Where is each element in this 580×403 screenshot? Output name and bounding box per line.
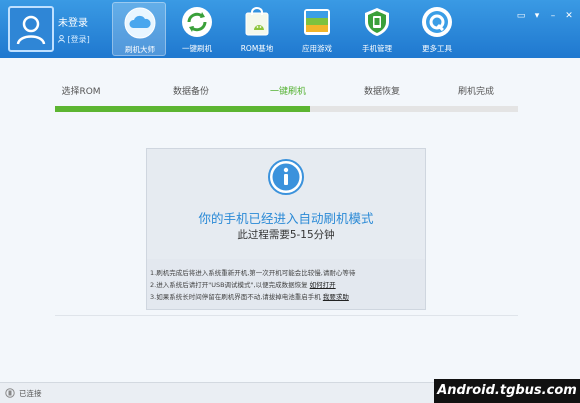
user-name: 未登录 bbox=[58, 18, 88, 29]
step-data-backup: 数据备份 bbox=[172, 87, 210, 97]
step-indicator: 选择ROM 数据备份 一键刷机 数据恢复 刷机完成 bbox=[55, 84, 518, 98]
close-icon[interactable]: ✕ bbox=[562, 10, 576, 22]
flash-mode-card: 你的手机已经进入自动刷机模式 此过程需要5-15分钟 1.刷机完成后将进入系统重… bbox=[146, 148, 426, 310]
nav-label: 应用游戏 bbox=[302, 44, 332, 53]
how-to-open-link[interactable]: 如何打开 bbox=[310, 281, 336, 289]
avatar[interactable] bbox=[8, 6, 54, 52]
info-icon bbox=[268, 159, 304, 195]
note-item: 3.如果系统长时间停留在刷机界面不动,请拔掉电池重启手机 我要求助 bbox=[150, 291, 349, 301]
step-flash-complete: 刷机完成 bbox=[457, 87, 495, 97]
menu-icon[interactable]: ▾ bbox=[530, 10, 544, 22]
login-link[interactable]: [登录] bbox=[58, 34, 90, 45]
watermark: Android.tgbus.com bbox=[434, 379, 580, 403]
rom-bag-icon bbox=[245, 7, 269, 36]
step-select-rom: 选择ROM bbox=[61, 87, 101, 97]
card-title: 你的手机已经进入自动刷机模式 bbox=[198, 211, 374, 226]
nav-apps-games[interactable]: 应用游戏 bbox=[290, 2, 344, 56]
ask-for-help-link[interactable]: 我要求助 bbox=[323, 293, 349, 301]
connection-status: 已连接 bbox=[19, 389, 42, 398]
user-panel: 未登录 [登录] bbox=[6, 4, 106, 54]
nav-phone-manager[interactable]: 手机管理 bbox=[350, 2, 404, 56]
nav-one-click-flash[interactable]: 一键刷机 bbox=[170, 2, 224, 56]
note-text: 3.如果系统长时间停留在刷机界面不动,请拔掉电池重启手机 bbox=[150, 293, 323, 301]
note-text: 1.刷机完成后将进入系统重新开机,第一次开机可能会比较慢,请耐心等待 bbox=[150, 269, 356, 277]
card-subtitle: 此过程需要5-15分钟 bbox=[237, 229, 335, 241]
refresh-icon bbox=[182, 7, 212, 37]
note-item: 1.刷机完成后将进入系统重新开机,第一次开机可能会比较慢,请耐心等待 bbox=[150, 267, 355, 277]
connection-icon bbox=[5, 388, 15, 398]
nav-label: 一键刷机 bbox=[182, 44, 212, 53]
nav-label: ROM基地 bbox=[240, 44, 274, 53]
login-label: [登录] bbox=[67, 35, 90, 44]
minimize-icon[interactable]: – bbox=[546, 10, 560, 22]
progress-bar bbox=[55, 106, 518, 112]
step-one-click-flash: 一键刷机 bbox=[269, 87, 307, 97]
note-item: 2.进入系统后请打开"USB调试模式",以便完成数据恢复 如何打开 bbox=[150, 279, 336, 289]
nav-label: 更多工具 bbox=[422, 44, 452, 53]
window-controls: ▭ ▾ – ✕ bbox=[512, 3, 576, 21]
nav-label: 手机管理 bbox=[362, 44, 392, 53]
nav-rom-base[interactable]: ROM基地 bbox=[230, 2, 284, 56]
apps-icon bbox=[304, 9, 330, 35]
shield-icon bbox=[365, 8, 389, 36]
nav-more-tools[interactable]: 更多工具 bbox=[410, 2, 464, 56]
cloud-icon bbox=[124, 7, 156, 39]
top-bar: 未登录 [登录] 刷机大师 一键刷机 ROM基地 应用游戏 手机管理 更多工具 … bbox=[0, 0, 580, 58]
tools-icon bbox=[422, 7, 452, 37]
nav-flash-master[interactable]: 刷机大师 bbox=[112, 2, 166, 56]
step-data-restore: 数据恢复 bbox=[363, 87, 401, 97]
progress-fill bbox=[55, 106, 310, 112]
person-icon bbox=[58, 34, 65, 43]
user-icon bbox=[16, 15, 46, 45]
skin-icon[interactable]: ▭ bbox=[514, 10, 528, 22]
divider bbox=[55, 315, 518, 316]
card-header-area: 你的手机已经进入自动刷机模式 此过程需要5-15分钟 bbox=[147, 149, 425, 259]
note-text: 2.进入系统后请打开"USB调试模式",以便完成数据恢复 bbox=[150, 281, 310, 289]
